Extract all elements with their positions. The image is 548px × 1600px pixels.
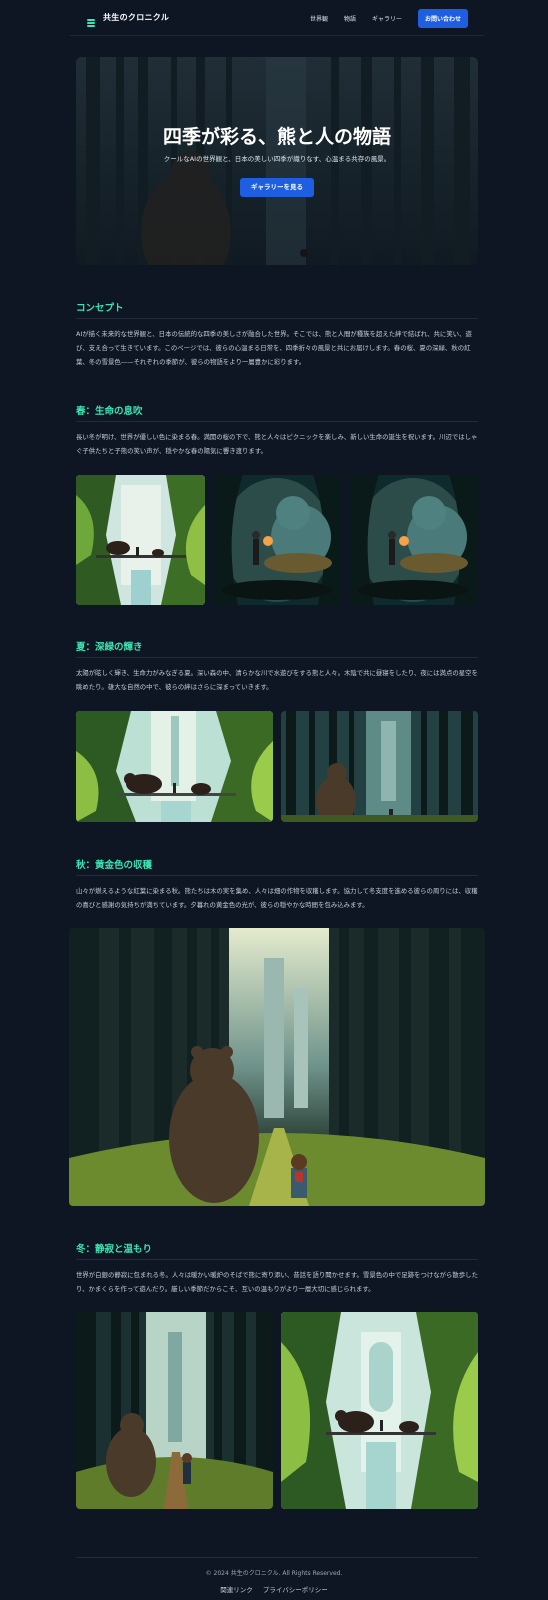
winter-title: 冬：静寂と温もり	[76, 1244, 153, 1255]
hero-title: 四季が彩る、熊と人の物語	[162, 126, 391, 148]
summer-title: 夏：深緑の輝き	[76, 642, 143, 653]
winter-image-bear-path[interactable]	[76, 1312, 273, 1509]
contact-button[interactable]: お問い合わせ	[417, 8, 468, 28]
spring-title: 春：生命の息吹	[76, 406, 143, 417]
nav-link-gallery[interactable]: ギャラリー	[372, 14, 402, 23]
divider	[76, 875, 478, 876]
spring-image-river[interactable]	[76, 475, 205, 605]
nav-link-world[interactable]: 世界観	[310, 14, 328, 23]
hero-subtitle: クールなAIの世界観と、日本の美しい四季が織りなす、心温まる共存の風景。	[163, 155, 391, 163]
autumn-image-bear-child[interactable]	[69, 928, 485, 1206]
concept-title: コンセプト	[76, 303, 124, 314]
divider	[76, 1259, 478, 1260]
view-gallery-button[interactable]: ギャラリーを見る	[240, 178, 314, 197]
summer-image-bears-river[interactable]	[76, 711, 273, 822]
layers-logo-icon	[86, 13, 96, 27]
divider	[76, 318, 478, 319]
brand-name: 共生のクロニクル	[103, 13, 170, 22]
summer-image-bear-forest[interactable]	[281, 711, 478, 822]
copyright: © 2024 共生のクロニクル. All Rights Reserved.	[205, 1570, 343, 1577]
winter-body: 世界が白銀の静寂に包まれる冬。人々は暖かい暖炉のそばで熊に寄り添い、昔話を語り聞…	[76, 1271, 478, 1293]
autumn-title: 秋：黄金色の収穫	[76, 860, 153, 871]
footer-links: 関連リンク プライバシーポリシー	[0, 1584, 548, 1594]
spring-image-lantern-2[interactable]	[349, 475, 478, 605]
hero-banner: 四季が彩る、熊と人の物語 クールなAIの世界観と、日本の美しい四季が織りなす、心…	[76, 57, 478, 265]
autumn-body: 山々が燃えるような紅葉に染まる秋。熊たちは木の実を集め、人々は畑の作物を収穫しま…	[76, 887, 478, 909]
summer-body: 太陽が眩しく輝き、生命力がみなぎる夏。深い森の中、清らかな川で水遊びをする熊と人…	[76, 669, 478, 691]
footer-divider	[76, 1557, 478, 1558]
divider	[76, 421, 478, 422]
spring-image-lantern[interactable]	[213, 475, 342, 605]
concept-body: AIが描く未来的な世界観と、日本の伝統的な四季の美しさが融合した世界。そこでは、…	[76, 330, 472, 366]
winter-image-bears-bridge[interactable]	[281, 1312, 478, 1509]
divider	[76, 657, 478, 658]
spring-body: 長い冬が明け、世界が優しい色に染まる春。満開の桜の下で、熊と人々はピクニックを楽…	[76, 433, 478, 455]
nav-link-story[interactable]: 物語	[344, 14, 356, 23]
main-nav: 世界観 物語 ギャラリー お問い合わせ	[310, 0, 468, 36]
footer-link-privacy[interactable]: プライバシーポリシー	[263, 1586, 328, 1594]
footer-link-related[interactable]: 関連リンク	[220, 1586, 253, 1594]
page: 共生のクロニクル 世界観 物語 ギャラリー お問い合わせ 四季が彩る、熊と人の物…	[0, 0, 548, 1600]
brand[interactable]: 共生のクロニクル	[86, 12, 170, 27]
site-header: 共生のクロニクル 世界観 物語 ギャラリー お問い合わせ	[70, 0, 484, 36]
